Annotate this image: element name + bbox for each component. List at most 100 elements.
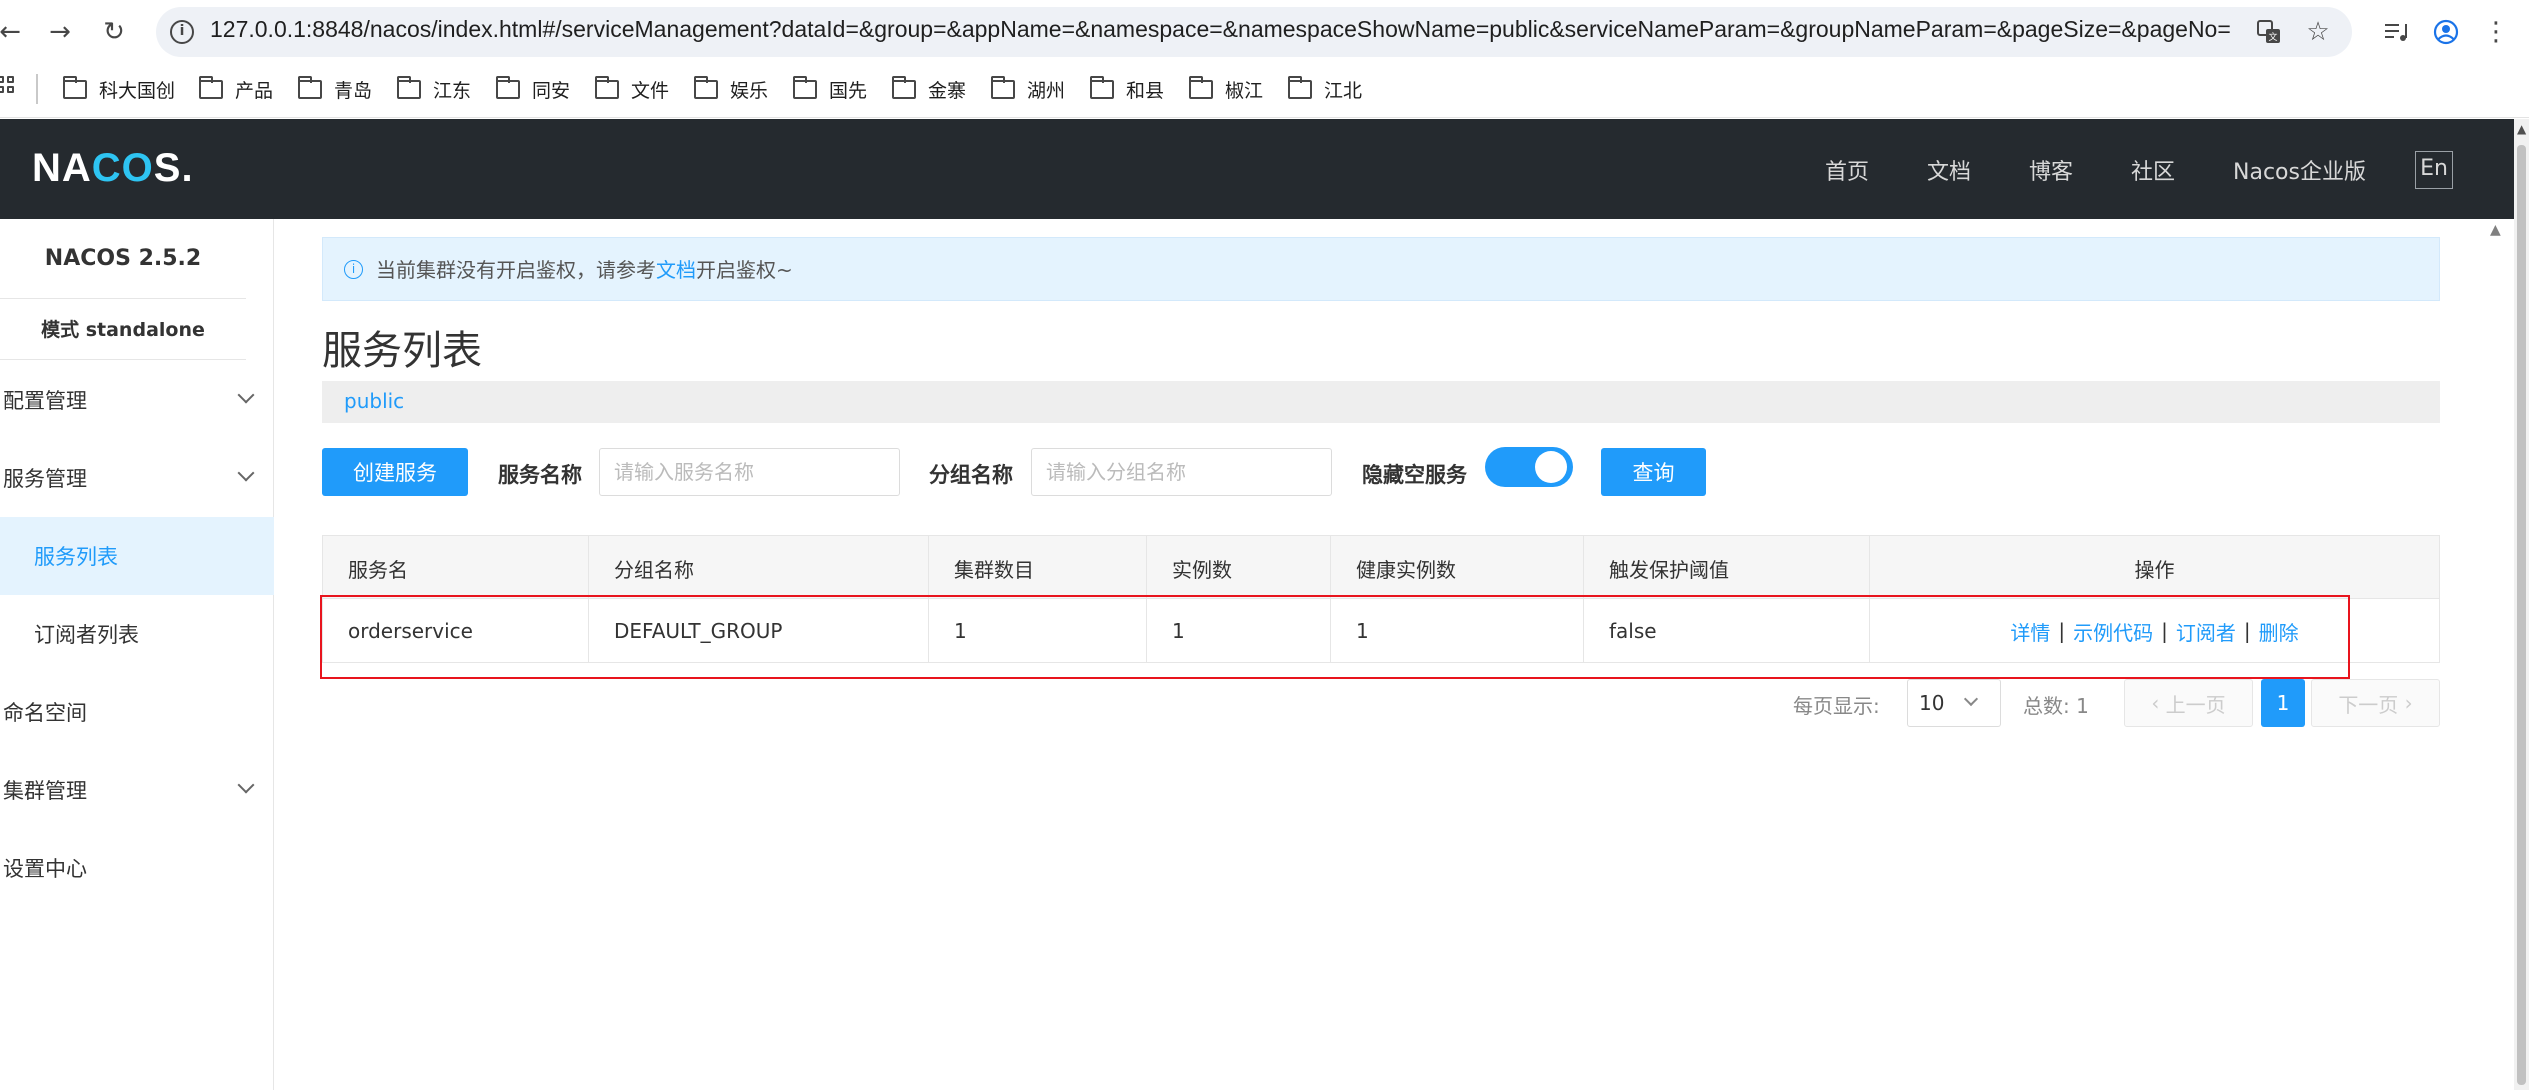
profile-icon[interactable] [2428, 14, 2464, 50]
nav-community[interactable]: 社区 [2131, 154, 2175, 186]
sidebar-item-service-list[interactable]: 服务列表 [0, 517, 274, 595]
folder-icon [990, 75, 1015, 99]
namespace-public[interactable]: public [344, 389, 404, 413]
folder-icon [198, 75, 223, 99]
sidebar-item-config-management[interactable]: 配置管理 [0, 361, 274, 439]
column-header: 分组名称 [589, 536, 929, 600]
bookmark-folder[interactable]: 国先 [792, 72, 867, 106]
bookmark-folder[interactable]: 青岛 [297, 72, 372, 106]
bookmark-folder[interactable]: 江北 [1287, 72, 1362, 106]
chevron-left-icon: ‹ [2151, 691, 2166, 715]
row-highlight-annotation [320, 595, 2350, 679]
nav-home[interactable]: 首页 [1825, 154, 1869, 186]
sidebar-version: NACOS 2.5.2 [0, 219, 246, 299]
translate-icon[interactable]: 文 [2251, 14, 2287, 50]
bookmarks-bar [0, 64, 2529, 118]
prev-page-button[interactable]: ‹ 上一页 [2124, 679, 2253, 727]
sidebar-item-label: 集群管理 [3, 779, 87, 803]
bookmark-folder[interactable]: 江东 [396, 72, 471, 106]
bookmark-folder[interactable]: 产品 [198, 72, 273, 106]
scrollbar-thumb[interactable] [2517, 145, 2526, 1085]
chevron-down-icon [237, 386, 255, 404]
bookmark-folder[interactable]: 文件 [594, 72, 669, 106]
folder-icon [297, 75, 322, 99]
chevron-down-icon [237, 776, 255, 794]
column-header: 服务名 [323, 536, 589, 600]
folder-icon [693, 75, 718, 99]
bookmark-folder[interactable]: 和县 [1089, 72, 1164, 106]
bookmark-folder[interactable]: 金寨 [891, 72, 966, 106]
folder-icon [891, 75, 916, 99]
page-size-select[interactable]: 10 [1907, 679, 2001, 727]
forward-icon[interactable]: → [40, 12, 80, 52]
nacos-logo[interactable]: NACOS. [32, 146, 194, 191]
sidebar-item-namespace[interactable]: 命名空间 [0, 673, 274, 751]
svg-text:文: 文 [2268, 31, 2277, 43]
column-header: 操作 [2134, 557, 2175, 582]
folder-icon [1188, 75, 1213, 99]
sidebar-item-label: 设置中心 [3, 857, 87, 881]
apps-grid-icon[interactable] [0, 76, 20, 102]
create-service-button[interactable]: 创建服务 [322, 448, 468, 496]
hide-empty-label: 隐藏空服务 [1362, 463, 1467, 487]
sidebar-item-settings-center[interactable]: 设置中心 [0, 829, 274, 907]
nav-docs[interactable]: 文档 [1927, 154, 1971, 186]
bookmark-folder[interactable]: 椒江 [1188, 72, 1263, 106]
column-header: 健康实例数 [1331, 536, 1584, 600]
reload-icon[interactable]: ↻ [94, 12, 134, 52]
url-text[interactable]: 127.0.0.1:8848/nacos/index.html#/service… [210, 16, 2231, 43]
query-button[interactable]: 查询 [1601, 448, 1706, 496]
bookmark-star-icon[interactable]: ☆ [2300, 14, 2336, 50]
folder-icon [62, 75, 87, 99]
total-count: 总数: 1 [2023, 694, 2089, 718]
info-icon: i [344, 260, 363, 279]
nav-enterprise[interactable]: Nacos企业版 [2233, 154, 2366, 186]
back-icon[interactable]: ← [0, 12, 30, 52]
media-queue-icon[interactable] [2379, 14, 2415, 50]
bookmark-folder[interactable]: 娱乐 [693, 72, 768, 106]
folder-icon [495, 75, 520, 99]
sidebar-item-service-management[interactable]: 服务管理 [0, 439, 274, 517]
service-name-input[interactable]: 请输入服务名称 [599, 448, 900, 496]
bookmark-folder[interactable]: 湖州 [990, 72, 1065, 106]
chevron-down-icon [237, 464, 255, 482]
bookmarks-separator [36, 74, 38, 104]
page-number-current[interactable]: 1 [2261, 679, 2305, 727]
column-header: 实例数 [1147, 536, 1331, 600]
group-name-input[interactable]: 请输入分组名称 [1031, 448, 1332, 496]
folder-icon [1287, 75, 1312, 99]
content-scroll-up-icon[interactable]: ▲ [2490, 222, 2501, 238]
folder-icon [792, 75, 817, 99]
menu-more-icon[interactable]: ⋮ [2478, 14, 2514, 50]
sidebar-item-label: 服务列表 [34, 545, 118, 569]
service-name-label: 服务名称 [498, 463, 582, 487]
table-header: 服务名 分组名称 集群数目 实例数 健康实例数 触发保护阈值 操作 [322, 535, 2440, 600]
auth-notice-text: 当前集群没有开启鉴权，请参考文档开启鉴权~ [376, 258, 793, 282]
page-title: 服务列表 [322, 328, 482, 374]
folder-icon [594, 75, 619, 99]
sidebar-item-label: 订阅者列表 [34, 623, 139, 647]
bookmark-folder[interactable]: 科大国创 [62, 72, 175, 106]
next-page-button[interactable]: 下一页 › [2311, 679, 2440, 727]
language-toggle-button[interactable]: En [2415, 151, 2453, 189]
site-info-icon[interactable]: i [170, 20, 194, 44]
chevron-right-icon: › [2398, 691, 2413, 715]
folder-icon [396, 75, 421, 99]
sidebar-mode: 模式 standalone [0, 300, 246, 360]
toggle-knob [1535, 451, 1567, 483]
sidebar-item-label: 命名空间 [3, 701, 87, 725]
sidebar-item-label: 服务管理 [3, 467, 87, 491]
sidebar-item-label: 配置管理 [3, 389, 87, 413]
sidebar-item-cluster-management[interactable]: 集群管理 [0, 751, 274, 829]
page-size-label: 每页显示: [1793, 694, 1880, 718]
sidebar-item-subscriber-list[interactable]: 订阅者列表 [0, 595, 274, 673]
scroll-up-arrow-icon[interactable]: ▲ [2517, 122, 2526, 136]
group-name-label: 分组名称 [929, 463, 1013, 487]
namespace-bar [322, 381, 2440, 423]
column-header: 触发保护阈值 [1584, 536, 1870, 600]
column-header: 集群数目 [929, 536, 1147, 600]
folder-icon [1089, 75, 1114, 99]
docs-link[interactable]: 文档 [656, 258, 696, 282]
bookmark-folder[interactable]: 同安 [495, 72, 570, 106]
nav-blog[interactable]: 博客 [2029, 154, 2073, 186]
